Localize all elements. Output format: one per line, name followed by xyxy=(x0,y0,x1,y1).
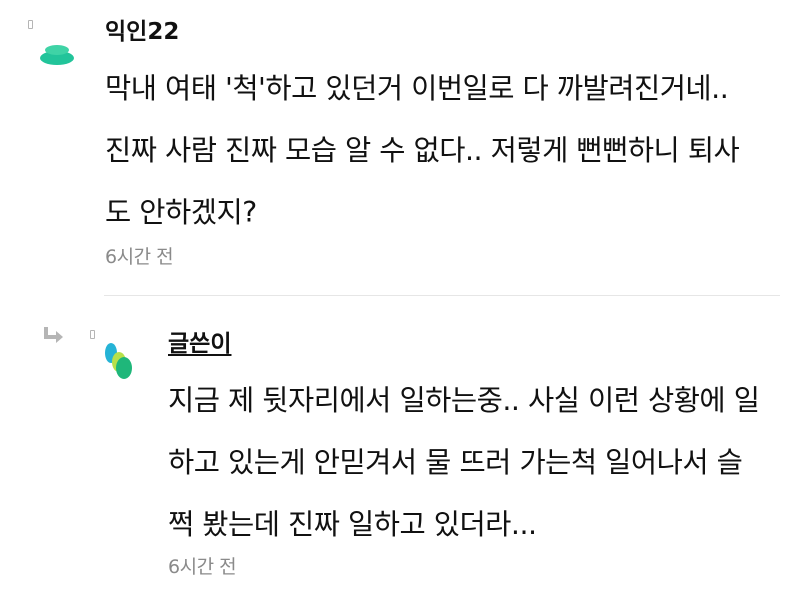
reply-arrow-icon xyxy=(44,327,63,343)
comment-author[interactable]: 익인22 xyxy=(105,18,179,46)
reply-handle-icon xyxy=(90,330,95,339)
reply-line: 지금 제 뒷자리에서 일하는중.. 사실 이런 상황에 일 xyxy=(168,384,760,417)
reply-timestamp: 6시간 전 xyxy=(168,556,237,578)
reply-author[interactable]: 글쓴이 xyxy=(168,330,231,358)
reply-line: 쩍 봤는데 진짜 일하고 있더라... xyxy=(168,508,537,541)
comment-body: 막내 여태 '척'하고 있던거 이번일로 다 까발려진거네.. 진짜 사람 진짜… xyxy=(105,68,740,254)
comment-timestamp: 6시간 전 xyxy=(105,246,174,268)
comment-line: 막내 여태 '척'하고 있던거 이번일로 다 까발려진거네.. xyxy=(105,72,729,105)
avatar[interactable] xyxy=(100,340,136,382)
comment-handle-icon xyxy=(28,20,33,29)
reply-body: 지금 제 뒷자리에서 일하는중.. 사실 이런 상황에 일 하고 있는게 안믿겨… xyxy=(168,380,760,566)
comment-line: 도 안하겠지? xyxy=(105,196,257,229)
comment-thread: 익인22 막내 여태 '척'하고 있던거 이번일로 다 까발려진거네.. 진짜 … xyxy=(0,0,800,594)
avatar[interactable] xyxy=(38,42,76,66)
comment-line: 진짜 사람 진짜 모습 알 수 없다.. 저렇게 뻔뻔하니 퇴사 xyxy=(105,134,740,167)
divider xyxy=(104,295,780,296)
reply-line: 하고 있는게 안믿겨서 물 뜨러 가는척 일어나서 슬 xyxy=(168,446,743,479)
